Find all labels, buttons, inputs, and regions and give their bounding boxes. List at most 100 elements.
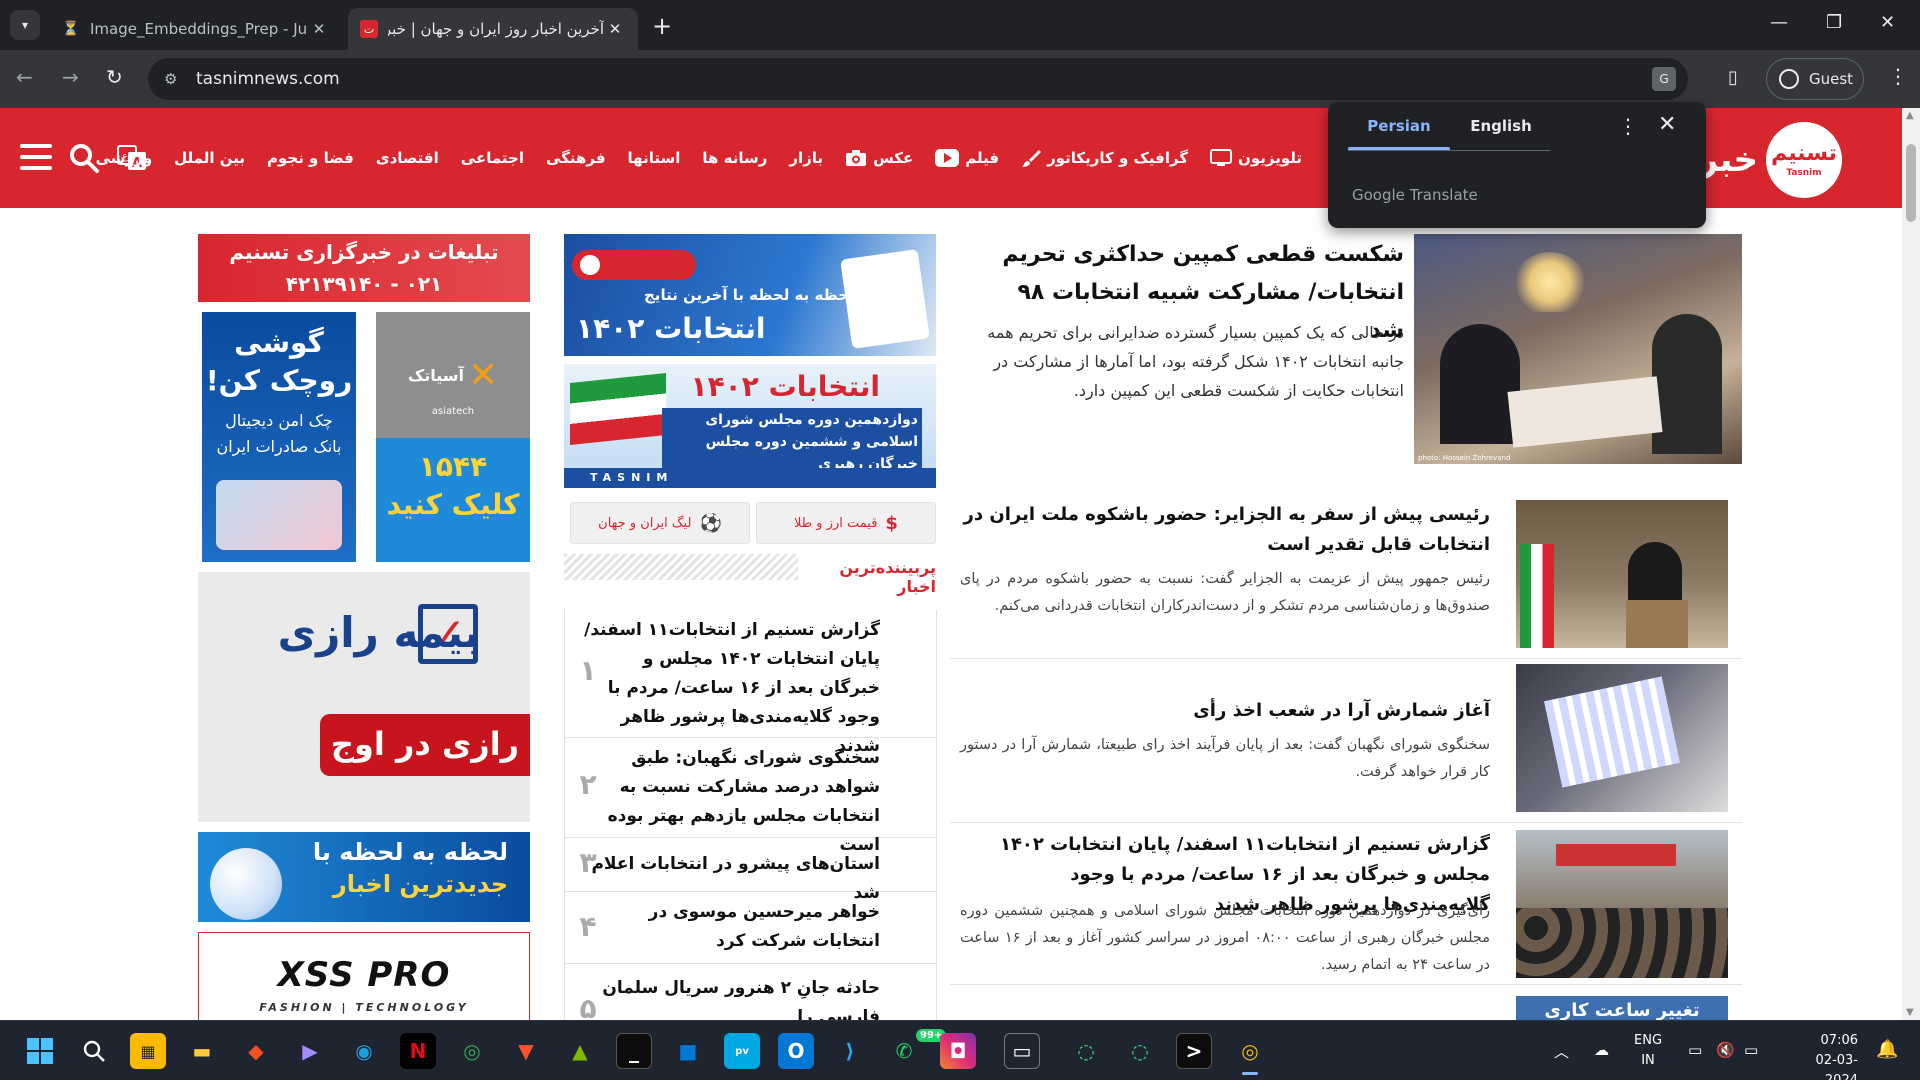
most-viewed-item[interactable]: ۲ سخنگوی شورای نگهبان: طبق شواهد درصد مش…: [564, 738, 936, 855]
back-icon[interactable]: ←: [16, 65, 33, 89]
notification-bell-icon[interactable]: 🔔: [1876, 1039, 1898, 1060]
windows-start-icon[interactable]: [22, 1033, 58, 1069]
close-icon[interactable]: ✕: [1658, 112, 1676, 137]
forward-icon[interactable]: →: [62, 65, 79, 89]
outlook-icon[interactable]: O: [778, 1033, 814, 1069]
terminal2-icon[interactable]: >: [1176, 1033, 1212, 1069]
news-title[interactable]: آغاز شمارش آرا در شعب اخذ رأی: [960, 696, 1490, 726]
edge-icon[interactable]: ◉: [346, 1033, 382, 1069]
app-blue-icon[interactable]: ■: [670, 1033, 706, 1069]
nav-culture[interactable]: فرهنگی: [546, 149, 606, 167]
app-ring-icon[interactable]: ◌: [1068, 1033, 1104, 1069]
news-thumbnail[interactable]: [1516, 664, 1728, 812]
browser-menu-icon[interactable]: ⋮: [1888, 64, 1908, 88]
ad-asiatech[interactable]: آسیاتک ✕ asiatech ۱۵۴۴ کلیک کنید: [376, 312, 530, 562]
tray-expand-icon[interactable]: ︿: [1554, 1041, 1569, 1062]
instagram-icon[interactable]: ◘: [940, 1033, 976, 1069]
chrome-active-icon[interactable]: ◎: [1232, 1033, 1268, 1075]
ad-banner-tasnim[interactable]: تبلیغات در خبرگزاری تسنیم ۰۲۱ - ۴۲۱۳۹۱۴۰: [198, 234, 530, 302]
clock[interactable]: 07:06 02-03-2024: [1786, 1031, 1858, 1080]
onedrive-icon[interactable]: ☁: [1594, 1041, 1609, 1059]
brave-icon[interactable]: ▼: [508, 1033, 544, 1069]
network-icon[interactable]: ▭: [1688, 1041, 1702, 1059]
scrollbar-thumb[interactable]: [1906, 144, 1916, 222]
new-tab-icon[interactable]: +: [652, 12, 672, 40]
election-results-banner[interactable]: لحظه به لحظه با آخرین نتایج انتخابات ۱۴۰…: [564, 234, 936, 356]
prime-video-icon[interactable]: pv: [724, 1033, 760, 1069]
news-thumbnail[interactable]: [1516, 500, 1728, 648]
tab-tasnim[interactable]: ت آخرین اخبار روز ایران و جهان | خبرگ ✕: [348, 8, 638, 50]
currency-gold-button[interactable]: $ قیمت ارز و طلا: [756, 502, 936, 544]
nav-graphics[interactable]: گرافیک و کاریکاتور: [1021, 148, 1188, 168]
translate-options-icon[interactable]: ⋮: [1618, 114, 1638, 138]
menu-icon[interactable]: [20, 144, 52, 170]
maximize-icon[interactable]: ❐: [1826, 12, 1842, 33]
nav-provinces[interactable]: استانها: [628, 149, 681, 167]
news-title[interactable]: رئیسی پیش از سفر به الجزایر: حضور باشکوه…: [960, 500, 1490, 560]
app-window-icon[interactable]: ▭: [1004, 1033, 1040, 1069]
chrome-icon[interactable]: ◎: [454, 1033, 490, 1069]
most-viewed-item[interactable]: ۵ حادثه جانِ ۲ هنرور سریال سلمان فارسی ر…: [564, 964, 936, 1020]
store-icon[interactable]: ▦: [130, 1033, 166, 1069]
nav-economy[interactable]: اقتصادی: [376, 149, 439, 167]
ad-saderat[interactable]: گوشی روچک کن! چک امن دیجیتال بانک صادرات ا…: [202, 312, 356, 562]
ad-tagline: FASHION | TECHNOLOGY: [259, 1001, 469, 1014]
nav-sport[interactable]: ورزشی: [96, 149, 153, 167]
news-thumbnail[interactable]: [1516, 830, 1728, 978]
app-ring2-icon[interactable]: ◌: [1122, 1033, 1158, 1069]
ad-xss-pro[interactable]: XSS PRO FASHION | TECHNOLOGY: [198, 932, 530, 1020]
window-close-icon[interactable]: ✕: [1880, 12, 1895, 33]
nav-photo[interactable]: عکس: [845, 149, 913, 167]
tab-english[interactable]: English: [1450, 102, 1552, 150]
tab-persian[interactable]: Persian: [1348, 102, 1450, 150]
tab-close-icon[interactable]: ✕: [604, 20, 626, 38]
minimize-icon[interactable]: —: [1770, 12, 1788, 33]
election-1402-banner[interactable]: انتخابات ۱۴۰۲ دوازدهمین دوره مجلس شورای …: [564, 364, 936, 488]
tab-search-dropdown-icon[interactable]: ▾: [10, 10, 40, 40]
news-item[interactable]: تغییر ساعت کاری: [950, 988, 1742, 1020]
language-indicator[interactable]: ENG IN: [1634, 1031, 1662, 1071]
terminal-icon[interactable]: _: [616, 1033, 652, 1069]
translate-icon[interactable]: G: [1652, 67, 1676, 91]
news-item[interactable]: آغاز شمارش آرا در شعب اخذ رأی سخنگوی شور…: [950, 664, 1742, 824]
most-viewed-item[interactable]: ۳ استان‌های پیشرو در انتخابات اعلام شد: [564, 838, 936, 903]
app-purple-icon[interactable]: ▶: [292, 1033, 328, 1069]
league-button[interactable]: ⚽ لیگ ایران و جهان: [570, 502, 750, 544]
vscode-icon[interactable]: ⟩: [832, 1033, 868, 1069]
app-red-icon[interactable]: ◆: [238, 1033, 274, 1069]
battery-icon[interactable]: ▭: [1744, 1041, 1758, 1059]
site-info-icon[interactable]: ⚙: [164, 70, 182, 88]
nav-tv[interactable]: تلویزیون: [1210, 149, 1302, 167]
profile-button[interactable]: Guest: [1766, 58, 1864, 100]
ad-cta-label: کلیک کنید: [386, 488, 520, 521]
news-item[interactable]: گزارش تسنیم از انتخابات۱۱ اسفند/ پایان ا…: [950, 826, 1742, 986]
scroll-down-icon[interactable]: ▼: [1906, 1007, 1914, 1018]
most-viewed-title[interactable]: حادثه جانِ ۲ هنرور سریال سلمان فارسی را: [578, 974, 880, 1020]
featured-image[interactable]: photo: Hossein Zohrevand: [1414, 234, 1742, 464]
address-bar[interactable]: ⚙ tasnimnews.com G: [148, 58, 1688, 100]
search-icon[interactable]: [76, 1033, 112, 1069]
netflix-icon[interactable]: N: [400, 1033, 436, 1069]
ad-bime-razi[interactable]: ✓ بیمه رازی رازی در اوج: [198, 572, 530, 822]
tab-close-icon[interactable]: ✕: [308, 20, 330, 38]
tab-jupyter[interactable]: ⏳ Image_Embeddings_Prep - Jupy ✕: [50, 8, 342, 50]
nav-social[interactable]: اجتماعی: [461, 149, 524, 167]
page-scrollbar[interactable]: ▲ ▼: [1902, 108, 1920, 1020]
nav-market[interactable]: بازار: [789, 149, 823, 167]
side-panel-icon[interactable]: ▯: [1728, 67, 1738, 88]
ad-latest-news[interactable]: لحظه به لحظه با جدیدترین اخبار: [198, 832, 530, 922]
nav-space[interactable]: فضا و نجوم: [267, 149, 354, 167]
volume-icon[interactable]: 🔇: [1716, 1041, 1735, 1059]
most-viewed-item[interactable]: ۴ خواهر میرحسین موسوی در انتخابات شرکت ک…: [564, 892, 936, 964]
app-green-icon[interactable]: ▲: [562, 1033, 598, 1069]
file-explorer-icon[interactable]: ▬: [184, 1033, 220, 1069]
most-viewed-item[interactable]: ۱ گزارش تسنیم از انتخابات۱۱ اسفند/ پایان…: [564, 610, 936, 756]
news-item[interactable]: رئیسی پیش از سفر به الجزایر: حضور باشکوه…: [950, 500, 1742, 660]
reload-icon[interactable]: ↻: [106, 65, 123, 89]
scroll-up-icon[interactable]: ▲: [1906, 110, 1914, 121]
nav-media[interactable]: رسانه ها: [702, 149, 767, 167]
most-viewed-title[interactable]: خواهر میرحسین موسوی در انتخابات شرکت کرد: [578, 898, 880, 956]
nav-international[interactable]: بین الملل: [174, 149, 245, 167]
nav-video[interactable]: فیلم: [935, 149, 999, 167]
news-thumbnail[interactable]: تغییر ساعت کاری: [1516, 996, 1728, 1020]
